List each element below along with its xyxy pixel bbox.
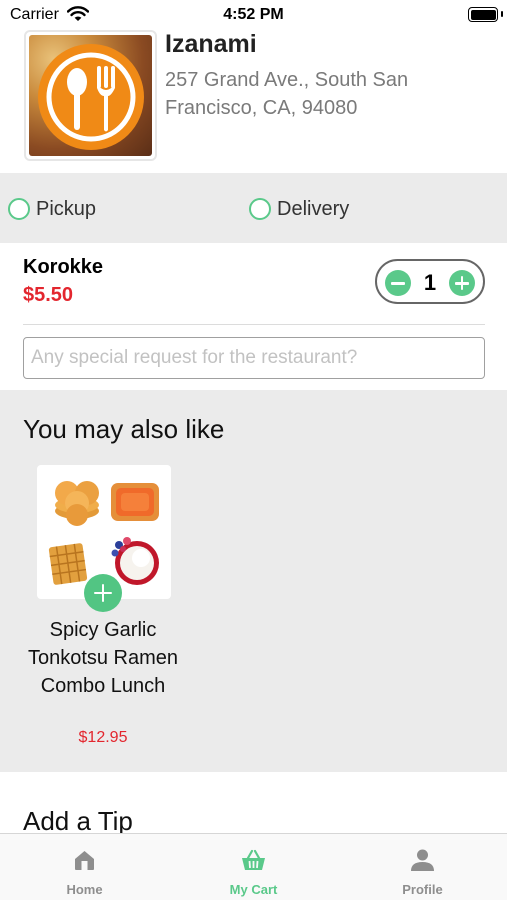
tab-home-label: Home xyxy=(66,882,103,897)
quantity-stepper: 1 xyxy=(375,259,485,304)
tab-my-cart[interactable]: My Cart xyxy=(169,834,338,900)
cart-item-price: $5.50 xyxy=(23,284,74,306)
suggestion-name[interactable]: Spicy Garlic Tonkotsu Ramen Combo Lunch xyxy=(23,616,183,700)
restaurant-logo xyxy=(24,30,157,161)
basket-icon xyxy=(240,848,267,877)
quantity-value: 1 xyxy=(423,270,437,295)
increase-quantity-button[interactable] xyxy=(449,270,475,296)
clock: 4:52 PM xyxy=(223,6,284,23)
divider xyxy=(23,324,485,325)
minus-icon xyxy=(391,282,405,285)
restaurant-address: 257 Grand Ave., South San Francisco, CA,… xyxy=(165,69,409,119)
order-type-selector: Pickup Delivery xyxy=(0,173,507,243)
special-request-input[interactable] xyxy=(23,337,485,379)
add-to-cart-button[interactable] xyxy=(84,574,122,612)
person-icon xyxy=(409,848,436,877)
pickup-label: Pickup xyxy=(36,197,97,220)
cart-item-name: Korokke xyxy=(23,256,104,278)
delivery-option[interactable]: Delivery xyxy=(249,196,349,222)
tab-profile[interactable]: Profile xyxy=(338,834,507,900)
decrease-quantity-button[interactable] xyxy=(385,270,411,296)
tab-home[interactable]: Home xyxy=(0,834,169,900)
suggestion-price: $12.95 xyxy=(78,729,128,746)
radio-circle-icon[interactable] xyxy=(249,198,271,220)
suggestions-title: You may also like xyxy=(23,414,225,444)
status-bar: Carrier 4:52 PM xyxy=(0,0,507,30)
home-icon xyxy=(71,848,98,877)
suggestions-section: You may also like Spicy Garlic Tonkotsu … xyxy=(0,390,507,772)
pickup-option[interactable]: Pickup xyxy=(8,196,96,222)
tab-profile-label: Profile xyxy=(402,882,443,897)
radio-circle-icon[interactable] xyxy=(8,198,30,220)
spoon-fork-icon xyxy=(38,44,144,150)
tab-bar: Home My Cart Profile xyxy=(0,833,507,900)
tab-my-cart-label: My Cart xyxy=(229,882,278,897)
delivery-label: Delivery xyxy=(277,197,350,220)
battery-icon xyxy=(468,7,498,22)
restaurant-name: Izanami xyxy=(165,30,257,58)
